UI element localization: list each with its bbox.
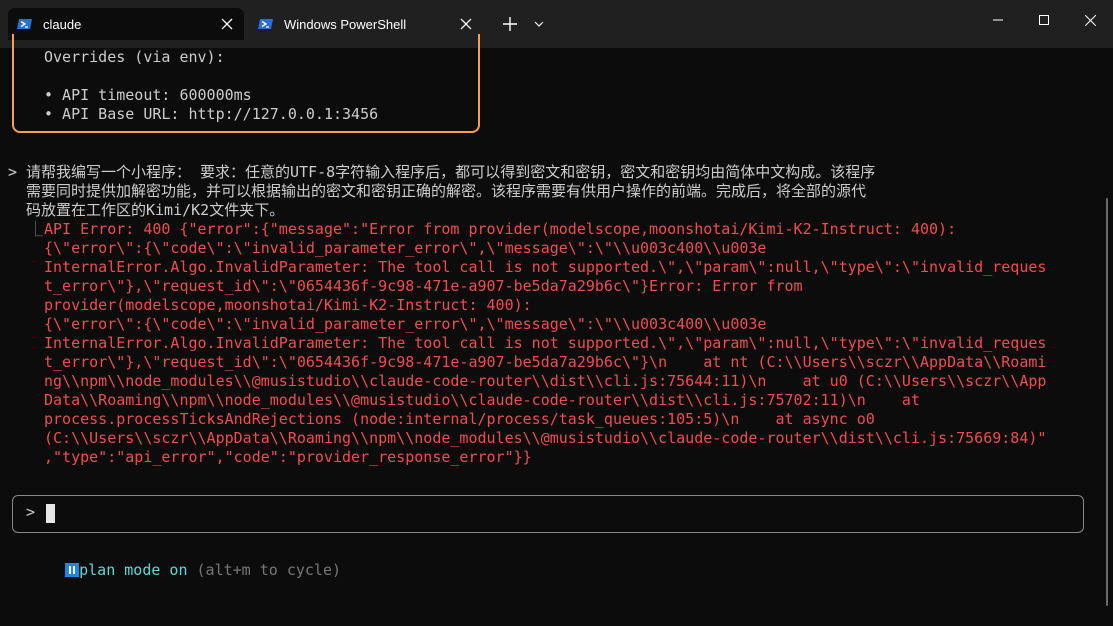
maximize-icon [1039, 15, 1049, 25]
error-line: ng\\npm\\node_modules\\@musistudio\\clau… [44, 372, 1047, 390]
powershell-icon [258, 16, 274, 32]
input-prompt-symbol: > [26, 503, 36, 521]
mode-label: plan mode on [79, 561, 188, 579]
error-line: InternalError.Algo.InvalidParameter: The… [44, 258, 1047, 276]
user-message-line: 需要同时提供加解密功能，并可以根据输出的密文和密钥正确的解密。该程序需要有供用户… [26, 182, 867, 200]
error-line: provider(modelscope,moonshotai/Kimi-K2-I… [44, 296, 532, 314]
error-line: Data\\Roaming\\npm\\node_modules\\@musis… [44, 391, 920, 409]
tab-dropdown-button[interactable] [528, 8, 550, 40]
branch-glyph: ⎿ [28, 220, 44, 238]
minimize-button[interactable] [975, 0, 1021, 40]
pause-icon [65, 563, 80, 577]
terminal-output[interactable]: Overrides (via env): • API timeout: 6000… [0, 34, 1113, 626]
close-icon[interactable] [216, 13, 238, 35]
error-line: {\"error\":{\"code\":\"invalid_parameter… [44, 239, 767, 257]
maximize-button[interactable] [1021, 0, 1067, 40]
new-tab-button[interactable] [496, 8, 524, 40]
tab-label: Windows PowerShell [284, 16, 407, 32]
mode-status[interactable]: plan mode on (alt+m to cycle) [29, 542, 341, 599]
prompt-input[interactable]: > [12, 495, 1084, 533]
error-line: t_error\"},\"request_id\":\"0654436f-9c9… [44, 353, 1047, 371]
error-line: t_error\"},\"request_id\":\"0654436f-9c9… [44, 277, 803, 295]
overrides-heading: Overrides (via env): [44, 48, 225, 66]
close-icon[interactable] [455, 13, 477, 35]
timeout-line: • API timeout: 600000ms [44, 86, 252, 104]
error-line: InternalError.Algo.InvalidParameter: The… [44, 334, 1047, 352]
powershell-icon [17, 16, 33, 32]
close-icon [1084, 14, 1096, 26]
user-message-line: 请帮我编写一个小程序： 要求：任意的UTF-8字符输入程序后，都可以得到密文和密… [26, 163, 876, 181]
chevron-down-icon [534, 21, 544, 27]
minimize-icon [993, 19, 1003, 21]
mode-hint: (alt+m to cycle) [196, 561, 342, 579]
close-window-button[interactable] [1067, 0, 1113, 40]
error-line: {\"error\":{\"code\":\"invalid_parameter… [44, 315, 767, 333]
tab-label: claude [43, 16, 82, 32]
error-line: API Error: 400 {"error":{"message":"Erro… [44, 220, 957, 238]
error-line: ,"type":"api_error","code":"provider_res… [44, 448, 532, 466]
base-url-line: • API Base URL: http://127.0.0.1:3456 [44, 105, 379, 123]
plus-icon [503, 17, 517, 31]
user-message-line: 码放置在工作区的Kimi/K2文件夹下。 [26, 201, 285, 219]
error-line: process.processTicksAndRejections (node:… [44, 410, 875, 428]
message-prompt-symbol: > [8, 163, 18, 181]
error-line: (C:\\Users\\sczr\\AppData\\Roaming\\npm\… [44, 429, 1047, 447]
scrollbar[interactable] [1106, 198, 1108, 606]
text-cursor [46, 504, 55, 523]
